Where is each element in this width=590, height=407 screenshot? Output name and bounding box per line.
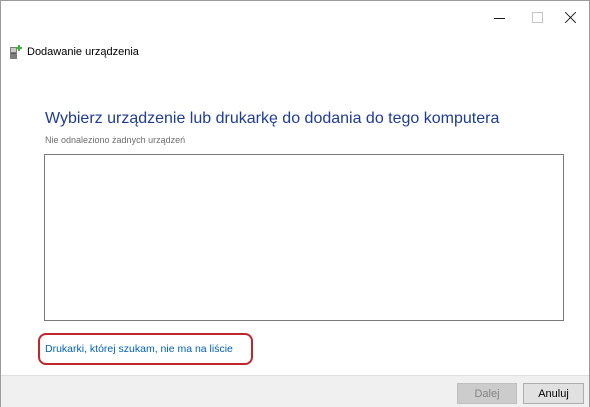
missing-printer-link[interactable]: Drukarki, której szukam, nie ma na liści…: [45, 343, 233, 355]
wizard-header: Dodawanie urządzenia: [9, 43, 139, 61]
add-device-icon: [10, 45, 22, 59]
next-button[interactable]: Dalej: [457, 383, 517, 404]
minimize-icon: [493, 17, 505, 19]
device-list[interactable]: [44, 154, 564, 321]
cancel-button[interactable]: Anuluj: [523, 383, 584, 404]
close-icon: [565, 11, 577, 23]
wizard-footer: Dalej Anuluj: [1, 375, 589, 407]
close-button[interactable]: [553, 1, 589, 33]
page-heading: Wybierz urządzenie lub drukarkę do dodan…: [45, 110, 500, 127]
maximize-icon: [531, 11, 543, 23]
status-text: Nie odnaleziono żadnych urządzeń: [45, 135, 186, 145]
add-device-window: Dodawanie urządzenia Wybierz urządzenie …: [0, 0, 590, 407]
wizard-title: Dodawanie urządzenia: [27, 46, 139, 58]
